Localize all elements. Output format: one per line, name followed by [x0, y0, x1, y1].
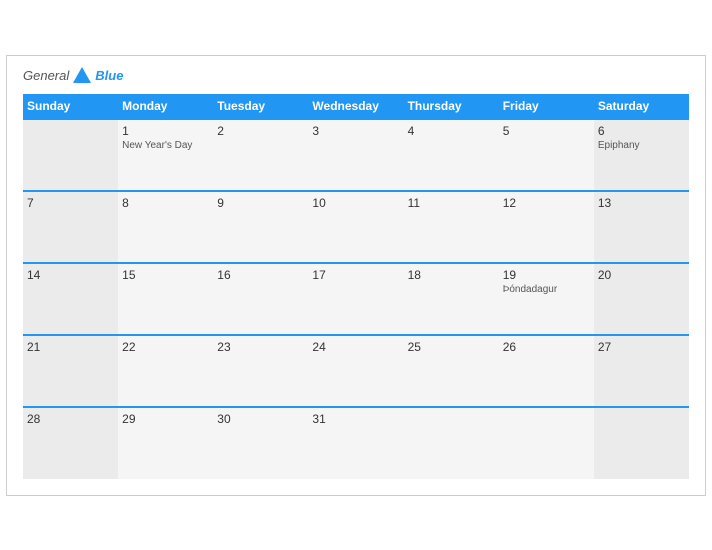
day-number: 13: [598, 196, 685, 210]
day-number: 1: [122, 124, 209, 138]
day-number: 24: [312, 340, 399, 354]
day-number: 10: [312, 196, 399, 210]
calendar-day-cell: 7: [23, 191, 118, 263]
day-number: 18: [408, 268, 495, 282]
calendar-day-cell: 12: [499, 191, 594, 263]
calendar-day-cell: 23: [213, 335, 308, 407]
calendar-week-row: 789 10 11 12 13: [23, 191, 689, 263]
calendar-day-cell: 29: [118, 407, 213, 479]
calendar-day-cell: 5: [499, 119, 594, 191]
day-number: 7: [27, 196, 114, 210]
day-number: 9: [217, 196, 304, 210]
calendar-day-cell: 20: [594, 263, 689, 335]
weekday-header: Thursday: [404, 94, 499, 119]
calendar-day-cell: 21: [23, 335, 118, 407]
day-number: 6: [598, 124, 685, 138]
weekday-header: Sunday: [23, 94, 118, 119]
day-number: 31: [312, 412, 399, 426]
calendar-day-cell: 6 Epiphany: [594, 119, 689, 191]
calendar-day-cell: 4: [404, 119, 499, 191]
day-number: 30: [217, 412, 304, 426]
calendar-day-cell: 22: [118, 335, 213, 407]
day-number: 5: [503, 124, 590, 138]
calendar-week-row: 1 New Year's Day 23456 Epiphany: [23, 119, 689, 191]
day-number: 3: [312, 124, 399, 138]
calendar-day-cell: [404, 407, 499, 479]
calendar-day-cell: 30: [213, 407, 308, 479]
weekday-header: Saturday: [594, 94, 689, 119]
calendar-day-cell: 28: [23, 407, 118, 479]
calendar-day-cell: 16: [213, 263, 308, 335]
day-number: 2: [217, 124, 304, 138]
calendar-day-cell: 31: [308, 407, 403, 479]
holiday-name: Epiphany: [598, 140, 685, 151]
logo-flag-icon: [72, 66, 92, 86]
calendar-header-row: SundayMondayTuesdayWednesdayThursdayFrid…: [23, 94, 689, 119]
day-number: 25: [408, 340, 495, 354]
calendar-day-cell: 15: [118, 263, 213, 335]
logo-blue-text: Blue: [95, 68, 123, 83]
calendar-table: SundayMondayTuesdayWednesdayThursdayFrid…: [23, 94, 689, 479]
day-number: 4: [408, 124, 495, 138]
day-number: 22: [122, 340, 209, 354]
day-number: 20: [598, 268, 685, 282]
calendar-day-cell: 26: [499, 335, 594, 407]
holiday-name: Þóndadagur: [503, 284, 590, 295]
weekday-header: Wednesday: [308, 94, 403, 119]
calendar: General Blue SundayMondayTuesdayWednesda…: [6, 55, 706, 496]
day-number: 8: [122, 196, 209, 210]
calendar-day-cell: 17: [308, 263, 403, 335]
calendar-day-cell: 25: [404, 335, 499, 407]
day-number: 28: [27, 412, 114, 426]
day-number: 14: [27, 268, 114, 282]
day-number: 15: [122, 268, 209, 282]
day-number: 12: [503, 196, 590, 210]
calendar-day-cell: [594, 407, 689, 479]
calendar-day-cell: 1 New Year's Day: [118, 119, 213, 191]
calendar-day-cell: 9: [213, 191, 308, 263]
calendar-day-cell: 2: [213, 119, 308, 191]
weekday-header: Friday: [499, 94, 594, 119]
calendar-day-cell: 24: [308, 335, 403, 407]
calendar-day-cell: [23, 119, 118, 191]
day-number: 11: [408, 196, 495, 210]
weekday-header: Monday: [118, 94, 213, 119]
calendar-day-cell: 14: [23, 263, 118, 335]
calendar-week-row: 21 22 23 24 25 26 27: [23, 335, 689, 407]
calendar-day-cell: 11: [404, 191, 499, 263]
calendar-day-cell: 13: [594, 191, 689, 263]
calendar-week-row: 28 29 30 31: [23, 407, 689, 479]
weekday-header: Tuesday: [213, 94, 308, 119]
calendar-week-row: 14 15 16 17 18 19 Þóndadagur 20: [23, 263, 689, 335]
calendar-day-cell: 18: [404, 263, 499, 335]
day-number: 26: [503, 340, 590, 354]
calendar-day-cell: 3: [308, 119, 403, 191]
calendar-day-cell: 10: [308, 191, 403, 263]
day-number: 27: [598, 340, 685, 354]
calendar-day-cell: 8: [118, 191, 213, 263]
holiday-name: New Year's Day: [122, 140, 209, 151]
calendar-day-cell: [499, 407, 594, 479]
calendar-day-cell: 27: [594, 335, 689, 407]
calendar-day-cell: 19 Þóndadagur: [499, 263, 594, 335]
day-number: 19: [503, 268, 590, 282]
day-number: 21: [27, 340, 114, 354]
day-number: 23: [217, 340, 304, 354]
calendar-header: General Blue: [23, 66, 689, 86]
logo: General Blue: [23, 66, 123, 86]
day-number: 29: [122, 412, 209, 426]
day-number: 16: [217, 268, 304, 282]
day-number: 17: [312, 268, 399, 282]
calendar-body: 1New Year's Day23456Epiphany789101112131…: [23, 119, 689, 479]
logo-general-text: General: [23, 68, 69, 83]
